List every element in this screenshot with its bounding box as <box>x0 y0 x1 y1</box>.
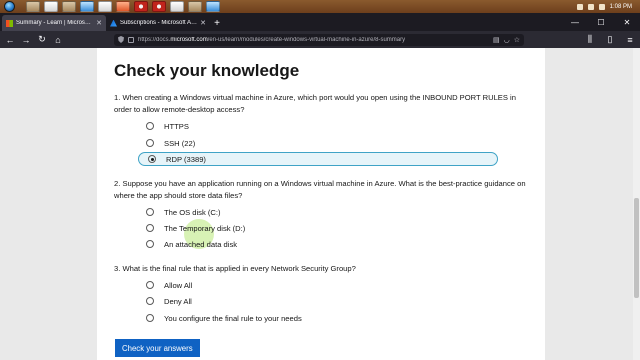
check-answers-button[interactable]: Check your answers <box>115 339 200 357</box>
radio-button[interactable] <box>146 240 154 248</box>
system-tray: 1:08 PM <box>576 3 640 10</box>
option-ssh[interactable]: SSH (22) <box>137 136 497 150</box>
window-controls: — ☐ ✕ <box>562 13 640 31</box>
option-allow-all[interactable]: Allow All <box>137 278 497 292</box>
new-tab-button[interactable]: + <box>210 15 224 31</box>
radio-button[interactable] <box>146 297 154 305</box>
page-title: Check your knowledge <box>114 61 300 80</box>
reader-view-icon[interactable]: ▤ <box>493 36 500 44</box>
menu-icon[interactable]: ≡ <box>624 34 636 46</box>
radio-button[interactable] <box>146 139 154 147</box>
radio-button[interactable] <box>146 224 154 232</box>
library-icon[interactable]: ⫼ <box>584 34 596 46</box>
radio-button-selected[interactable] <box>148 155 156 163</box>
pocket-icon[interactable]: ◡ <box>504 36 510 44</box>
azure-icon <box>110 19 117 27</box>
start-button[interactable] <box>0 0 18 13</box>
option-os-disk[interactable]: The OS disk (C:) <box>137 205 497 219</box>
taskbar-app-icon[interactable] <box>116 1 130 12</box>
question-2-text: 2. Suppose you have an application runni… <box>114 179 526 200</box>
url-text[interactable]: https://docs.microsoft.com/en-us/learn/m… <box>138 37 489 43</box>
taskbar-apps <box>26 1 220 12</box>
option-deny-all[interactable]: Deny All <box>137 294 497 308</box>
radio-button[interactable] <box>146 314 154 322</box>
minimize-button[interactable]: — <box>562 13 588 31</box>
bookmark-star-icon[interactable]: ☆ <box>514 36 520 44</box>
page-content: Check your knowledge 1. When creating a … <box>97 48 545 360</box>
clock[interactable]: 1:08 PM <box>610 4 632 10</box>
sidebar-icon[interactable]: ▯ <box>604 34 616 46</box>
taskbar-app-icon[interactable] <box>26 1 40 12</box>
page-scrollbar[interactable] <box>633 48 640 360</box>
close-tab-icon[interactable]: ✕ <box>96 19 102 27</box>
taskbar-app-icon[interactable] <box>134 1 148 12</box>
browser-tab-strip: Summary - Learn | Microsoft Do ✕ Subscri… <box>0 13 640 31</box>
toolbar-right: ⫼ ▯ ≡ <box>584 34 636 46</box>
forward-arrow-icon[interactable]: → <box>20 34 32 46</box>
lock-icon[interactable] <box>128 36 134 43</box>
reload-icon[interactable]: ↻ <box>36 34 48 46</box>
option-https[interactable]: HTTPS <box>137 119 497 133</box>
back-arrow-icon[interactable]: ← <box>4 34 16 46</box>
option-temporary-disk[interactable]: The Temporary disk (D:) <box>137 221 497 235</box>
taskbar-app-icon[interactable] <box>98 1 112 12</box>
navigation-bar: ← → ↻ ⌂ https://docs.microsoft.com/en-us… <box>0 31 640 48</box>
radio-button[interactable] <box>146 122 154 130</box>
address-bar[interactable]: https://docs.microsoft.com/en-us/learn/m… <box>114 33 524 46</box>
radio-button[interactable] <box>146 208 154 216</box>
taskbar-app-icon[interactable] <box>62 1 76 12</box>
windows-logo-icon <box>3 1 15 12</box>
question-1-text: 1. When creating a Windows virtual machi… <box>114 93 516 114</box>
scrollbar-thumb[interactable] <box>634 198 639 298</box>
taskbar-app-icon[interactable] <box>152 1 166 12</box>
home-icon[interactable]: ⌂ <box>52 34 64 46</box>
option-rdp[interactable]: RDP (3389) <box>138 152 498 166</box>
tab-summary[interactable]: Summary - Learn | Microsoft Do ✕ <box>2 15 106 31</box>
option-attached-data-disk[interactable]: An attached data disk <box>137 237 497 251</box>
tab-subscriptions[interactable]: Subscriptions - Microsoft Azure ✕ <box>106 15 210 31</box>
option-configure-final-rule[interactable]: You configure the final rule to your nee… <box>137 311 497 325</box>
taskbar-app-icon[interactable] <box>206 1 220 12</box>
maximize-button[interactable]: ☐ <box>588 13 614 31</box>
taskbar-app-icon[interactable] <box>188 1 202 12</box>
tracking-protection-icon[interactable] <box>118 36 124 43</box>
question-3-text: 3. What is the final rule that is applie… <box>114 264 356 273</box>
microsoft-icon <box>6 19 13 27</box>
tab-title: Summary - Learn | Microsoft Do <box>16 20 94 26</box>
tab-title: Subscriptions - Microsoft Azure <box>120 20 198 26</box>
radio-button[interactable] <box>146 281 154 289</box>
taskbar-app-icon[interactable] <box>80 1 94 12</box>
volume-icon[interactable] <box>598 3 605 10</box>
taskbar-app-icon[interactable] <box>170 1 184 12</box>
network-icon[interactable] <box>587 3 594 10</box>
windows-taskbar: 1:08 PM <box>0 0 640 13</box>
close-window-button[interactable]: ✕ <box>614 13 640 31</box>
close-tab-icon[interactable]: ✕ <box>200 19 206 27</box>
tray-icon[interactable] <box>576 3 583 10</box>
taskbar-app-icon[interactable] <box>44 1 58 12</box>
